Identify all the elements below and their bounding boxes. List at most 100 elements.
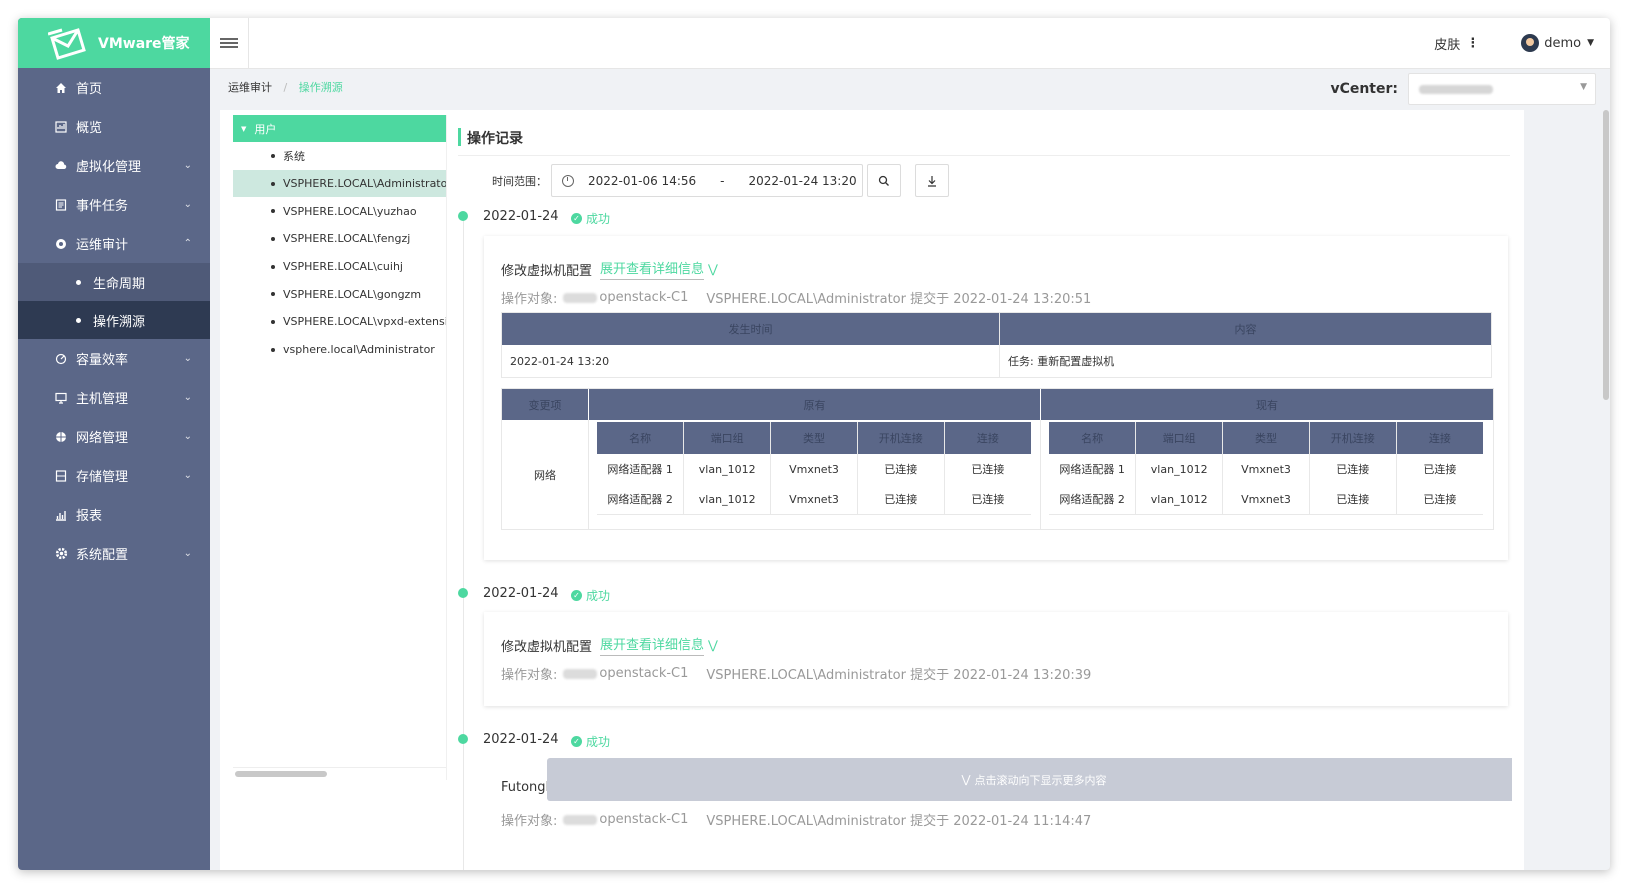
tree-item[interactable]: VSPHERE.LOCAL\vpxd-extension-: [233, 308, 446, 336]
entry-date: 2022-01-24: [483, 732, 559, 747]
target-label: 操作对象:: [501, 668, 558, 683]
skin-label: 皮肤: [1434, 37, 1461, 53]
menu-toggle-button[interactable]: [210, 18, 249, 68]
table-cell: 网络适配器 2: [1049, 484, 1137, 515]
tree-item[interactable]: VSPHERE.LOCAL\yuzhao: [233, 197, 446, 225]
tree-item[interactable]: vsphere.local\Administrator: [233, 336, 446, 364]
load-more-button[interactable]: ⋁ 点击滚动向下显示更多内容: [547, 758, 1512, 801]
sidebar-item-virtualization[interactable]: 虚拟化管理 ⌄: [18, 146, 210, 185]
table-cell: Vmxnet3: [1222, 454, 1310, 484]
sidebar-item-label: 概览: [76, 121, 103, 136]
table-cell: vlan_1012: [1135, 454, 1224, 484]
sidebar: VMware管家 首页 概览 虚拟化管理 ⌄ 事件任务 ⌄ 运维审计 ⌃ 生命周…: [18, 18, 210, 870]
tree-item-label: VSPHERE.LOCAL\cuihj: [283, 260, 403, 274]
tree-root-users[interactable]: ▼ 用户: [233, 115, 446, 142]
action-title: 修改虚拟机配置: [501, 639, 593, 655]
search-icon: [878, 175, 889, 186]
vcenter-label: vCenter:: [1330, 81, 1398, 97]
sidebar-item-settings[interactable]: 系统配置 ⌄: [18, 534, 210, 573]
tree-item[interactable]: VSPHERE.LOCAL\cuihj: [233, 253, 446, 281]
vcenter-select[interactable]: ▼: [1408, 73, 1596, 105]
table-cell: 任务: 重新配置虚拟机: [1008, 355, 1115, 368]
sidebar-subitem-lifecycle[interactable]: 生命周期: [18, 263, 210, 301]
date-range-picker[interactable]: 2022-01-06 14:56 - 2022-01-24 13:20: [551, 164, 863, 197]
sidebar-item-audit[interactable]: 运维审计 ⌃: [18, 224, 210, 263]
target-name: openstack-C1: [599, 666, 689, 681]
report-icon: [54, 508, 68, 522]
redacted-value: [563, 292, 598, 303]
tree-horizontal-scrollbar[interactable]: [233, 767, 446, 780]
table-row: 网络适配器 1 vlan_1012 Vmxnet3 已连接 已连接: [597, 454, 1031, 484]
filter-label: 时间范围：: [492, 174, 547, 188]
sidebar-subitem-trace[interactable]: 操作溯源: [18, 301, 210, 339]
sidebar-item-storage[interactable]: 存储管理 ⌄: [18, 456, 210, 495]
check-circle-icon: ✓: [571, 736, 582, 747]
table-cell: 已连接: [1309, 454, 1397, 484]
scrollbar-thumb[interactable]: [235, 771, 327, 777]
gear-icon: [54, 547, 68, 561]
status-text: 成功: [586, 212, 611, 226]
sidebar-item-label: 虚拟化管理: [76, 160, 142, 175]
table-header: 内容: [999, 312, 1492, 345]
sidebar-item-events[interactable]: 事件任务 ⌄: [18, 185, 210, 224]
table-header: 原有: [589, 389, 1040, 420]
sidebar-item-home[interactable]: 首页: [18, 68, 210, 107]
chevron-down-icon: ⌄: [183, 353, 192, 364]
sidebar-item-capacity[interactable]: 容量效率 ⌄: [18, 339, 210, 378]
sidebar-item-host[interactable]: 主机管理 ⌄: [18, 378, 210, 417]
range-start[interactable]: 2022-01-06 14:56: [588, 174, 696, 188]
top-right-tools: 皮肤 ⋮ demo ▼: [1434, 18, 1594, 68]
expand-details-link[interactable]: 展开查看详细信息: [600, 634, 705, 656]
tree-item[interactable]: VSPHERE.LOCAL\gongzm: [233, 280, 446, 308]
double-chevron-down-icon[interactable]: ⋁: [708, 262, 718, 276]
double-chevron-down-icon[interactable]: ⋁: [708, 638, 718, 652]
sidebar-item-report[interactable]: 报表: [18, 495, 210, 534]
table-cell: 已连接: [971, 493, 1005, 506]
chevron-down-icon: ⌄: [183, 199, 192, 210]
sidebar-item-network[interactable]: 网络管理 ⌄: [18, 417, 210, 456]
user-tree: ▼ 用户 系统 VSPHERE.LOCAL\Administrator VSPH…: [233, 115, 447, 780]
tree-item-selected[interactable]: VSPHERE.LOCAL\Administrator: [233, 169, 446, 198]
card-header: 修改虚拟机配置 展开查看详细信息 ⋁: [501, 258, 718, 280]
divider: [588, 420, 589, 529]
target-name: openstack-C1: [599, 290, 689, 305]
brand-logo-icon: [47, 26, 88, 60]
bullet-icon: [271, 181, 275, 186]
user-menu[interactable]: demo ▼: [1521, 34, 1594, 52]
tree-item[interactable]: VSPHERE.LOCAL\fengzj: [233, 225, 446, 253]
table-cell: 2022-01-24 13:20: [501, 345, 1000, 378]
bullet-icon: [271, 209, 275, 214]
skin-menu[interactable]: 皮肤 ⋮: [1434, 34, 1479, 53]
double-chevron-down-icon: ⋁: [961, 773, 971, 786]
detail-table: 发生时间 内容 2022-01-24 13:20 任务: 重新配置虚拟机: [501, 312, 1492, 378]
card-meta: 操作对象: openstack-C1 VSPHERE.LOCAL\Adminis…: [501, 810, 1091, 829]
card-header: 修改虚拟机配置 展开查看详细信息 ⋁: [501, 634, 718, 656]
redacted-value: [563, 814, 598, 825]
status-badge: ✓ 成功: [571, 587, 610, 604]
vertical-scrollbar[interactable]: [1603, 110, 1609, 400]
chevron-down-icon: ⌄: [183, 431, 192, 442]
bullet-icon: [271, 264, 275, 269]
host-icon: [54, 391, 68, 405]
tree-item-label: 系统: [283, 149, 305, 163]
breadcrumb-parent[interactable]: 运维审计: [228, 81, 272, 94]
bullet-icon: [271, 292, 275, 297]
search-button[interactable]: [867, 164, 901, 197]
sidebar-subitem-label: 生命周期: [93, 276, 146, 292]
main-panel: ▼ 用户 系统 VSPHERE.LOCAL\Administrator VSPH…: [220, 110, 1524, 870]
brand[interactable]: VMware管家: [18, 18, 210, 68]
tree-item[interactable]: 系统: [233, 142, 446, 170]
sidebar-item-overview[interactable]: 概览: [18, 107, 210, 146]
bullet-icon: [76, 317, 81, 323]
timeline-line: [463, 218, 464, 870]
expand-details-link[interactable]: 展开查看详细信息: [600, 258, 705, 280]
table-row: 2022-01-24 13:20 任务: 重新配置虚拟机: [501, 345, 1492, 378]
table-cell: 已连接: [1423, 493, 1457, 506]
table-cell: 已连接: [1423, 463, 1457, 476]
operation-records: 操作记录 时间范围： 2022-01-06 14:56 - 2022-01-24…: [458, 110, 1512, 870]
download-button[interactable]: [915, 164, 949, 197]
sidebar-item-label: 主机管理: [76, 392, 129, 407]
sidebar-item-label: 首页: [76, 82, 103, 97]
range-end[interactable]: 2022-01-24 13:20: [748, 174, 856, 188]
status-badge: ✓ 成功: [571, 210, 610, 227]
